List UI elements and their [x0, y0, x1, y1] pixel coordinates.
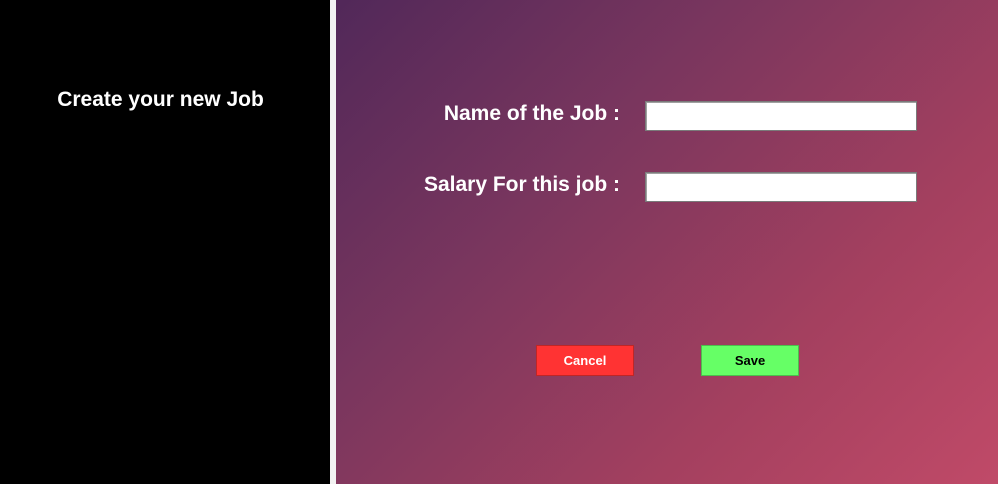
job-salary-input[interactable] [645, 172, 917, 202]
save-button[interactable]: Save [701, 345, 799, 376]
job-name-input[interactable] [645, 101, 917, 131]
job-name-label: Name of the Job : [443, 102, 620, 125]
sidebar-title: Create your new Job [57, 88, 264, 111]
create-job-window: Create your new Job Name of the Job : Sa… [0, 0, 998, 484]
job-form-panel: Name of the Job : Salary For this job : … [336, 0, 998, 484]
sidebar: Create your new Job [0, 0, 330, 484]
job-salary-label: Salary For this job : [423, 173, 620, 196]
cancel-button[interactable]: Cancel [536, 345, 634, 376]
